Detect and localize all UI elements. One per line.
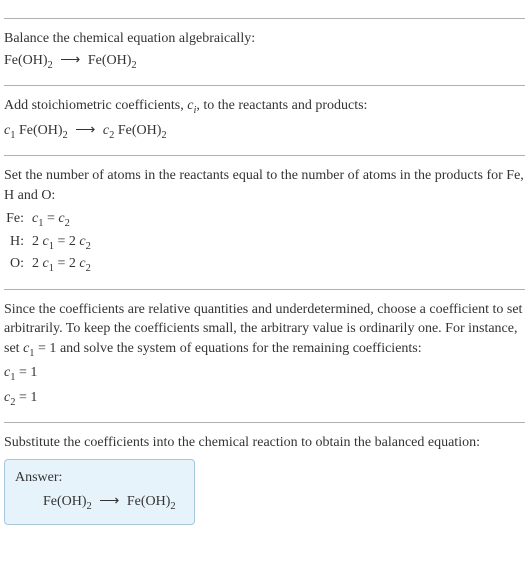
balance-eq: c1 = c2	[32, 209, 97, 231]
eq-sign: =	[43, 211, 58, 226]
rhs-sub: 2	[86, 241, 91, 252]
reactant-species: Fe(OH)	[43, 494, 87, 509]
product-species: Fe(OH)	[127, 494, 171, 509]
table-row: Fe: c1 = c2	[4, 209, 97, 231]
atom-balance-table: Fe: c1 = c2 H: 2 c1 = 2 c2 O: 2 c1 = 2 c…	[4, 209, 97, 276]
res-val: = 1	[15, 365, 37, 380]
balanced-equation: Fe(OH)2 ⟶ Fe(OH)2	[15, 492, 176, 514]
result-line: c2 = 1	[4, 388, 525, 410]
answer-box: Answer: Fe(OH)2 ⟶ Fe(OH)2	[4, 459, 195, 525]
rhs-sub: 2	[86, 263, 91, 274]
prompt-part-b: , to the reactants and products:	[196, 98, 367, 113]
balance-eq: 2 c1 = 2 c2	[32, 254, 97, 276]
prompt-text: Balance the chemical equation algebraica…	[4, 29, 525, 49]
prompt-part-a: Add stoichiometric coefficients,	[4, 98, 187, 113]
rhs-coef: 2	[69, 234, 80, 249]
eq-sign: =	[54, 234, 69, 249]
prompt-text: Since the coefficients are relative quan…	[4, 300, 525, 362]
eq-sign: =	[54, 256, 69, 271]
table-row: O: 2 c1 = 2 c2	[4, 254, 97, 276]
species-1-sub: 2	[63, 129, 68, 140]
section-solve: Since the coefficients are relative quan…	[4, 289, 525, 411]
prompt-text: Set the number of atoms in the reactants…	[4, 166, 525, 205]
result-line: c1 = 1	[4, 363, 525, 385]
product-sub: 2	[131, 59, 136, 70]
prompt-text: Add stoichiometric coefficients, ci, to …	[4, 96, 525, 118]
reactant-sub: 2	[87, 500, 92, 511]
product-sub: 2	[170, 500, 175, 511]
section-answer: Substitute the coefficients into the che…	[4, 422, 525, 525]
product-species: Fe(OH)	[88, 53, 132, 68]
element-label: H:	[4, 232, 32, 254]
reactant-sub: 2	[48, 59, 53, 70]
rhs-sub: 2	[65, 218, 70, 229]
reaction-arrow-icon: ⟶	[71, 123, 99, 138]
reactant-species: Fe(OH)	[4, 53, 48, 68]
lhs-coef: 2	[32, 256, 43, 271]
cset-val: = 1	[35, 341, 57, 356]
lhs-coef: 2	[32, 234, 43, 249]
reaction-arrow-icon: ⟶	[56, 53, 84, 68]
section-add-coefficients: Add stoichiometric coefficients, ci, to …	[4, 85, 525, 143]
species-2: Fe(OH)	[114, 123, 161, 138]
answer-label: Answer:	[15, 468, 176, 488]
prompt-part-b: and solve the system of equations for th…	[56, 341, 421, 356]
section-atom-balance: Set the number of atoms in the reactants…	[4, 155, 525, 277]
table-row: H: 2 c1 = 2 c2	[4, 232, 97, 254]
species-1: Fe(OH)	[15, 123, 62, 138]
res-val: = 1	[15, 390, 37, 405]
reaction-arrow-icon: ⟶	[95, 494, 123, 509]
coeff-equation: c1 Fe(OH)2 ⟶ c2 Fe(OH)2	[4, 121, 525, 143]
unbalanced-equation: Fe(OH)2 ⟶ Fe(OH)2	[4, 51, 525, 73]
balance-eq: 2 c1 = 2 c2	[32, 232, 97, 254]
rhs-coef: 2	[69, 256, 80, 271]
prompt-text: Substitute the coefficients into the che…	[4, 433, 525, 453]
element-label: O:	[4, 254, 32, 276]
element-label: Fe:	[4, 209, 32, 231]
section-balance-prompt: Balance the chemical equation algebraica…	[4, 18, 525, 73]
species-2-sub: 2	[161, 129, 166, 140]
